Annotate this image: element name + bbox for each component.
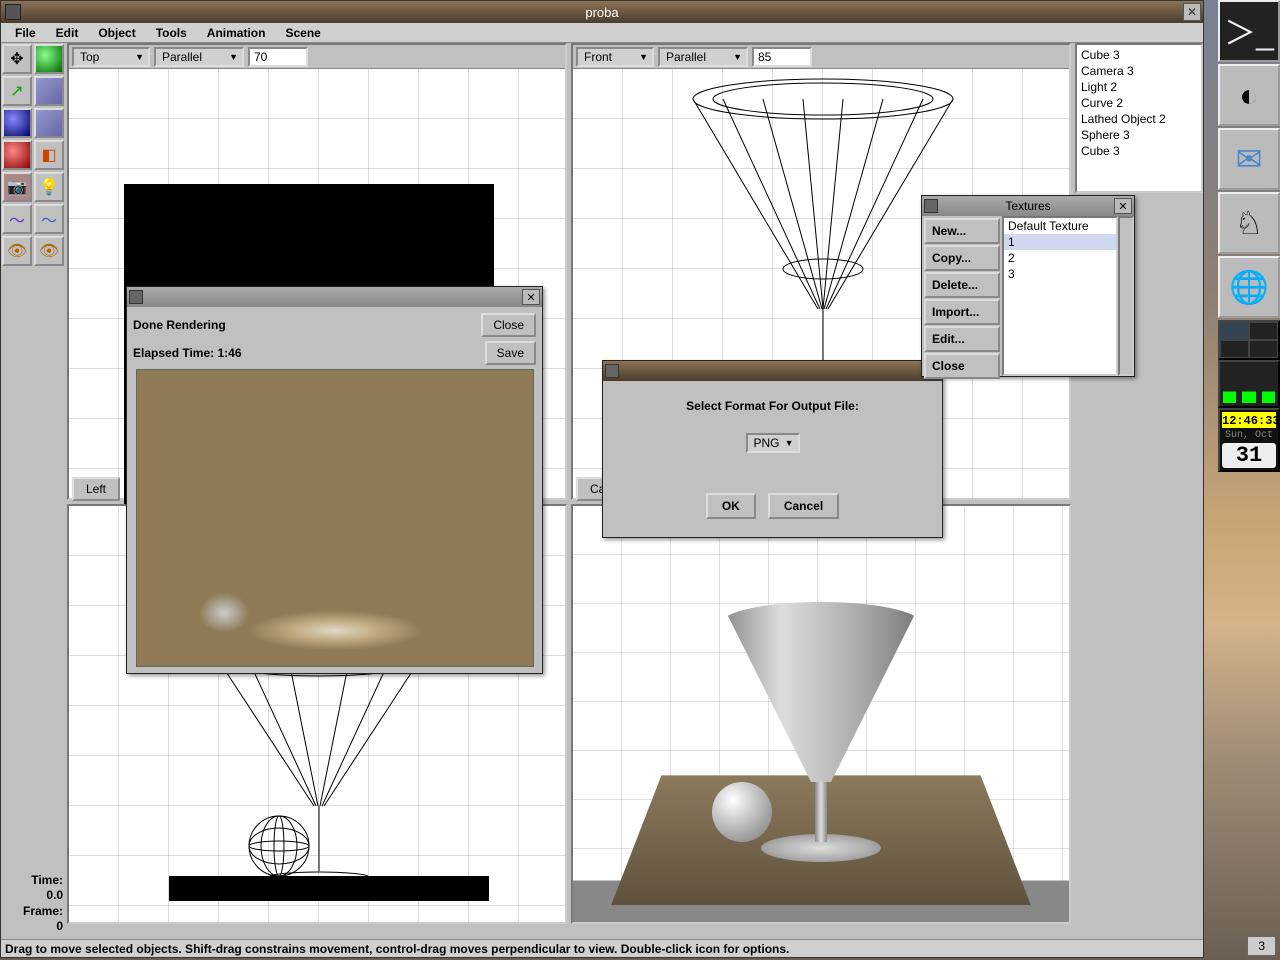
render-save-button[interactable]: Save <box>485 341 536 365</box>
textures-scrollbar[interactable] <box>1118 216 1134 376</box>
system-dock: ＞_ ◐ ✉ ♘ 🌐 12:46:33A Sun, Oct 31 <box>1204 0 1280 960</box>
view-dropdown-front[interactable]: Front <box>576 47 654 67</box>
textures-copy-button[interactable]: Copy... <box>924 245 1000 271</box>
rendered-sphere <box>712 782 772 842</box>
toolbox: ✥ ↗ ◧ 📷 💡 <box>1 43 67 939</box>
window-menu-icon[interactable] <box>5 4 21 20</box>
viewport-top-label[interactable]: Left <box>72 477 120 501</box>
render-dialog-titlebar[interactable]: ✕ <box>127 287 542 307</box>
time-value: 0.0 <box>5 888 63 904</box>
viewport-camera[interactable] <box>571 504 1071 924</box>
rendered-glass-body <box>721 602 921 782</box>
rendered-glass-stem <box>815 772 827 842</box>
menu-file[interactable]: File <box>5 24 46 42</box>
format-ok-button[interactable]: OK <box>706 493 756 519</box>
status-bar: Drag to move selected objects. Shift-dra… <box>1 939 1203 957</box>
scale-field-top[interactable]: 70 <box>248 47 308 67</box>
scene-item[interactable]: Sphere 3 <box>1079 127 1199 143</box>
render-dialog: ✕ Done Rendering Close Elapsed Time: 1:4… <box>126 286 543 674</box>
textures-close-icon[interactable]: ✕ <box>1114 198 1132 214</box>
view-move-tool[interactable]: 👁 <box>2 236 32 266</box>
create-poly-tool[interactable]: ◧ <box>34 140 64 170</box>
dock-pager[interactable] <box>1218 320 1280 360</box>
close-window-button[interactable]: ✕ <box>1183 3 1201 21</box>
window-menu-icon[interactable] <box>129 290 143 304</box>
textures-edit-button[interactable]: Edit... <box>924 326 1000 352</box>
viewport-camera-canvas[interactable] <box>573 506 1069 922</box>
render-preview-image <box>136 369 534 667</box>
titlebar[interactable]: proba ✕ <box>1 1 1203 23</box>
proj-dropdown-front[interactable]: Parallel <box>658 47 748 67</box>
time-label: Time: <box>5 873 63 889</box>
textures-panel: Textures ✕ New... Copy... Delete... Impo… <box>921 195 1135 377</box>
textures-close-button[interactable]: Close <box>924 353 1000 379</box>
texture-item[interactable]: 2 <box>1004 250 1116 266</box>
view-rotate-tool[interactable]: 👁 <box>34 236 64 266</box>
dock-globe-icon[interactable]: 🌐 <box>1218 256 1280 318</box>
light-tool[interactable]: 💡 <box>34 172 64 202</box>
desktop: proba ✕ File Edit Object Tools Animation… <box>0 0 1280 960</box>
window-title: proba <box>585 5 618 20</box>
format-cancel-button[interactable]: Cancel <box>768 493 839 519</box>
texture-item[interactable]: 1 <box>1004 234 1116 250</box>
scene-item[interactable]: Camera 3 <box>1079 63 1199 79</box>
menu-object[interactable]: Object <box>88 24 145 42</box>
workspace-indicator[interactable]: 3 <box>1247 936 1276 956</box>
curve2-tool[interactable]: 〜 <box>34 204 64 234</box>
dock-mail-icon[interactable]: ✉ <box>1218 128 1280 190</box>
scale-tool[interactable]: ↗ <box>2 76 32 106</box>
render-close-button[interactable]: Close <box>481 313 536 337</box>
menu-tools[interactable]: Tools <box>146 24 197 42</box>
dock-gnu-icon[interactable]: ♘ <box>1218 192 1280 254</box>
create-mesh-tool[interactable] <box>2 140 32 170</box>
render-elapsed-label: Elapsed Time: 1:46 <box>133 346 242 360</box>
textures-new-button[interactable]: New... <box>924 218 1000 244</box>
menu-edit[interactable]: Edit <box>46 24 89 42</box>
dock-cpu-meter[interactable] <box>1218 360 1280 408</box>
view-dropdown-top[interactable]: Top <box>72 47 150 67</box>
textures-list[interactable]: Default Texture 1 2 3 <box>1002 216 1118 376</box>
textures-import-button[interactable]: Import... <box>924 299 1000 325</box>
proj-dropdown-top[interactable]: Parallel <box>154 47 244 67</box>
frame-label: Frame: <box>5 904 63 920</box>
textures-delete-button[interactable]: Delete... <box>924 272 1000 298</box>
scale-field-front[interactable]: 85 <box>752 47 812 67</box>
textures-titlebar[interactable]: Textures ✕ <box>922 196 1134 216</box>
create-cube-tool[interactable] <box>34 76 64 106</box>
render-dialog-close-icon[interactable]: ✕ <box>522 289 540 305</box>
scene-item[interactable]: Cube 3 <box>1079 47 1199 63</box>
curve-tool[interactable]: 〜 <box>2 204 32 234</box>
time-frame-panel: Time: 0.0 Frame: 0 <box>1 869 67 939</box>
camera-tool[interactable]: 📷 <box>2 172 32 202</box>
viewport-front-header: Front Parallel 85 <box>573 45 1069 69</box>
scene-item[interactable]: Lathed Object 2 <box>1079 111 1199 127</box>
format-dialog-titlebar[interactable]: ✕ <box>603 361 942 381</box>
dock-clock[interactable]: 12:46:33A Sun, Oct 31 <box>1218 408 1280 472</box>
render-done-label: Done Rendering <box>133 318 226 332</box>
format-prompt: Select Format For Output File: <box>623 399 922 413</box>
create-cylinder-tool[interactable] <box>34 108 64 138</box>
frame-value: 0 <box>5 919 63 935</box>
dock-terminal-icon[interactable]: ＞_ <box>1218 0 1280 62</box>
move-tool[interactable]: ✥ <box>2 44 32 74</box>
texture-item[interactable]: Default Texture <box>1004 218 1116 234</box>
format-dialog: ✕ Select Format For Output File: PNG OK … <box>602 360 943 538</box>
textures-title: Textures <box>942 199 1114 213</box>
format-dropdown[interactable]: PNG <box>746 433 800 453</box>
menubar: File Edit Object Tools Animation Scene <box>1 23 1203 43</box>
viewport-top-header: Top Parallel 70 <box>69 45 565 69</box>
scene-item[interactable]: Cube 3 <box>1079 143 1199 159</box>
scene-item[interactable]: Curve 2 <box>1079 95 1199 111</box>
texture-item[interactable]: 3 <box>1004 266 1116 282</box>
menu-animation[interactable]: Animation <box>197 24 276 42</box>
create-sphere-tool[interactable] <box>2 108 32 138</box>
scene-object-list[interactable]: Cube 3 Camera 3 Light 2 Curve 2 Lathed O… <box>1075 43 1203 193</box>
menu-scene[interactable]: Scene <box>275 24 330 42</box>
window-menu-icon[interactable] <box>605 364 619 378</box>
scene-item[interactable]: Light 2 <box>1079 79 1199 95</box>
dock-app-icon[interactable]: ◐ <box>1218 64 1280 126</box>
rotate-tool[interactable] <box>34 44 64 74</box>
window-menu-icon[interactable] <box>924 199 938 213</box>
